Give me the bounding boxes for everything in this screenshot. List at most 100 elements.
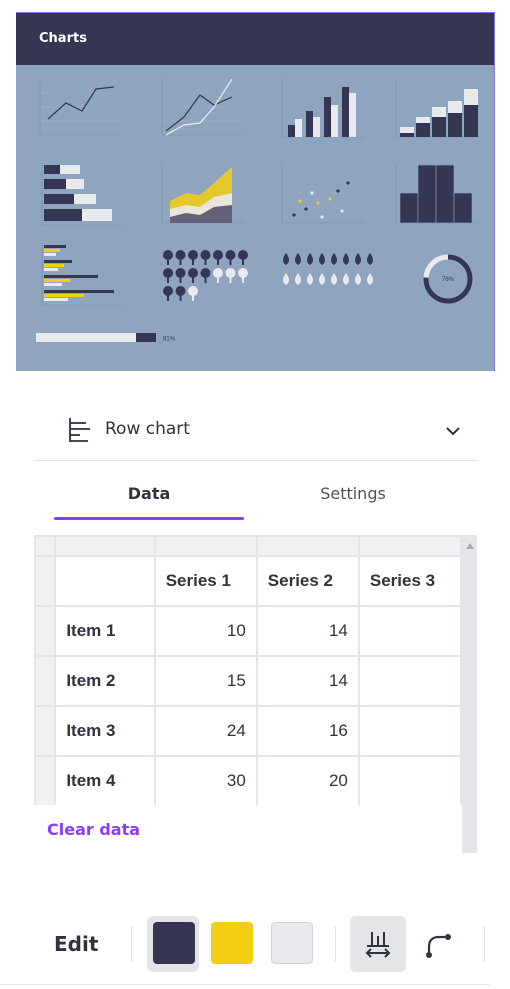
thumbnail-histogram[interactable] [392,163,484,229]
tree-pictogram [163,268,173,283]
data-cell[interactable]: 24 [153,705,258,757]
tree-pictogram [175,250,186,265]
toolbar-bottom-border [0,984,490,985]
drop-pictogram [295,273,301,285]
tree-pictogram [175,286,186,301]
drop-pictogram [355,253,361,265]
header-cell[interactable]: Series 1 [153,555,258,607]
thumbnail-progress-bar[interactable]: 81% [34,331,204,345]
tree-pictogram [238,268,248,283]
tree-pictogram [213,268,223,283]
edit-toolbar: Edit [0,900,510,989]
column-handle[interactable] [357,535,462,557]
table-row: Item 1 10 14 [34,605,462,657]
column-handle[interactable] [54,535,156,557]
thumbnail-stacked-column-chart[interactable] [392,77,484,143]
header-cell[interactable]: Series 3 [357,555,462,607]
corner-cell [34,535,57,557]
table-row: Item 4 30 20 [34,755,462,805]
drop-pictogram [367,253,373,265]
corner-rounding-icon [426,934,451,958]
table-row: Item 2 15 14 [34,655,462,707]
data-cell[interactable]: 14 [255,655,360,707]
row-label-cell[interactable]: Item 4 [54,755,156,805]
corner-rounding-button[interactable] [410,916,466,972]
tree-pictogram [188,250,198,265]
tree-pictogram [163,286,173,301]
row-label-cell[interactable]: Item 3 [54,705,156,757]
tab-data[interactable]: Data [54,484,244,503]
swatch-fill [271,922,313,964]
drop-pictogram [283,273,289,285]
row-handle[interactable] [34,605,57,657]
toolbar-divider [131,926,132,962]
data-cell[interactable] [357,755,462,805]
active-tab-indicator [54,517,244,520]
header-cell-empty[interactable] [54,555,156,607]
preview-title: Charts [16,13,494,65]
drop-pictogram [343,273,349,285]
column-handle[interactable] [255,535,360,557]
data-cell[interactable]: 15 [153,655,258,707]
thumbnail-stacked-row-chart[interactable] [34,163,126,229]
row-handle[interactable] [34,755,57,805]
chart-gallery-preview: Charts 76% 81% [16,12,495,371]
data-cell[interactable] [357,705,462,757]
data-table: Series 1 Series 2 Series 3 Item 1 10 14 … [34,535,462,805]
drop-pictogram [367,273,373,285]
column-handle[interactable] [153,535,258,557]
data-cell[interactable]: 16 [255,705,360,757]
chevron-down-icon[interactable] [446,421,460,440]
thumbnail-pictogram-trees[interactable] [162,249,254,305]
drop-pictogram [283,253,289,265]
data-cell[interactable]: 30 [153,755,258,805]
drop-pictogram [319,253,325,265]
toolbar-divider [484,926,485,962]
tree-pictogram [213,250,223,265]
thumbnail-scatter-chart[interactable] [276,163,368,229]
tab-settings[interactable]: Settings [258,484,448,503]
clear-data-link[interactable]: Clear data [47,820,140,839]
tree-pictogram [200,250,211,265]
drop-pictogram [343,253,349,265]
data-cell[interactable] [357,655,462,707]
row-handle[interactable] [34,705,57,757]
row-handle[interactable] [34,655,57,707]
thumbnail-column-chart[interactable] [276,77,368,143]
thumbnail-area-chart[interactable] [156,163,248,229]
color-swatch-navy[interactable] [147,916,199,972]
color-swatch-yellow[interactable] [205,916,257,972]
swatch-fill [211,922,253,964]
progress-label: 81% [163,337,176,343]
data-cell[interactable] [357,605,462,657]
thumbnail-donut-chart[interactable]: 76% [422,253,474,305]
chart-type-dropdown[interactable]: Row chart [34,402,478,461]
data-cell[interactable]: 14 [255,605,360,657]
table-row: Item 3 24 16 [34,705,462,757]
vertical-scrollbar[interactable] [462,535,477,853]
tree-pictogram [175,268,186,283]
drop-pictogram [319,273,325,285]
thumbnail-multi-line-chart[interactable] [156,77,246,143]
bar-spacing-button[interactable] [350,916,406,972]
row-label-cell[interactable]: Item 1 [54,605,156,657]
data-cell[interactable]: 10 [153,605,258,657]
drop-pictogram [295,253,301,265]
color-swatch-light-gray[interactable] [265,916,317,972]
row-label-cell[interactable]: Item 2 [54,655,156,707]
edit-label: Edit [54,932,99,956]
row-handle[interactable] [34,555,57,607]
tree-pictogram [163,250,173,265]
header-cell[interactable]: Series 2 [255,555,360,607]
thumbnail-line-chart[interactable] [34,77,124,143]
data-cell[interactable]: 20 [255,755,360,805]
donut-label: 76% [442,277,455,283]
tree-pictogram [225,250,236,265]
scroll-up-arrow-icon[interactable] [466,543,474,549]
chart-type-label: Row chart [105,419,190,439]
thumbnail-grouped-row-chart[interactable] [34,243,126,309]
thumbnail-pictogram-drops[interactable] [280,253,380,297]
toolbar-divider [335,926,336,962]
tree-pictogram [238,250,248,265]
drop-pictogram [307,273,313,285]
